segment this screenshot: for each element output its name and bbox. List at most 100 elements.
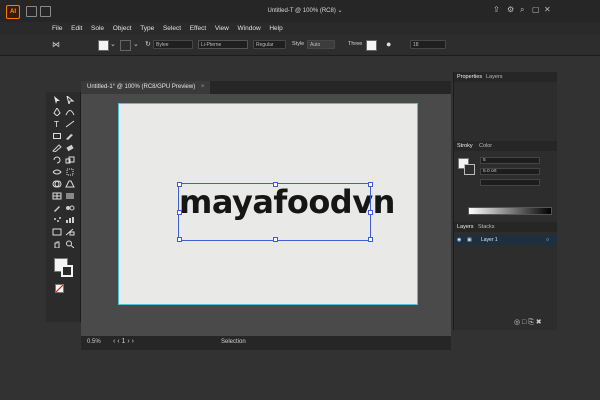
handle-top-right[interactable]	[368, 182, 373, 187]
slice-tool-icon[interactable]	[65, 228, 75, 236]
document-tab[interactable]: Untitled-1° @ 100% (RC8/GPU Preview) ×	[81, 81, 211, 94]
shape-builder-tool-icon[interactable]	[52, 180, 62, 188]
handle-bottom-left[interactable]	[177, 237, 182, 242]
toolbar-stroke-swatch[interactable]	[61, 265, 73, 277]
handle-bottom-right[interactable]	[368, 237, 373, 242]
direct-selection-tool-icon[interactable]	[65, 96, 75, 104]
paintbrush-tool-icon[interactable]	[65, 132, 75, 140]
handle-middle-right[interactable]	[368, 210, 373, 215]
rectangle-tool-icon[interactable]	[52, 132, 62, 140]
three-label: Three	[348, 41, 363, 47]
menu-help[interactable]: Help	[269, 22, 282, 35]
layer-target-icon[interactable]: ○	[546, 237, 549, 243]
app-logo: AI	[6, 5, 20, 19]
selection-bounding-box[interactable]	[177, 182, 373, 242]
stroke-option-field[interactable]	[480, 179, 540, 186]
no-fill-icon[interactable]	[55, 284, 64, 293]
menu-window[interactable]: Window	[238, 22, 261, 35]
menu-effect[interactable]: Effect	[190, 22, 207, 35]
font-select[interactable]: Bylee	[153, 40, 193, 49]
menu-file[interactable]: File	[52, 22, 62, 35]
tab-properties[interactable]: Properties	[457, 74, 482, 80]
settings-icon[interactable]: ⚙	[507, 5, 514, 14]
menu-select[interactable]: Select	[163, 22, 181, 35]
eraser-tool-icon[interactable]	[65, 144, 75, 152]
size-select[interactable]: 18	[410, 40, 446, 49]
pen-tool-icon[interactable]	[52, 108, 62, 116]
menu-edit[interactable]: Edit	[71, 22, 82, 35]
graph-tool-icon[interactable]	[65, 216, 75, 224]
handle-top-left[interactable]	[177, 182, 182, 187]
symbol-sprayer-tool-icon[interactable]	[52, 216, 62, 224]
tab-layers-top[interactable]: Layers	[486, 74, 503, 80]
bridge-icon[interactable]	[26, 6, 37, 17]
artboard-nav-icon[interactable]: ‹ ‹ 1 › ›	[113, 338, 134, 345]
recolor-icon[interactable]: ●	[386, 39, 391, 50]
canvas[interactable]: mayafoodvn	[81, 94, 451, 336]
svg-text:T: T	[53, 120, 59, 128]
layer-actions-icons[interactable]: ◎ □ ⎘ ✖	[514, 318, 542, 327]
fill-dropdown-icon[interactable]: ⌄	[110, 39, 116, 50]
close-icon[interactable]: ✕	[544, 5, 551, 14]
font-icon: ↻	[145, 41, 151, 48]
current-tool-label: Selection	[221, 339, 246, 345]
style-label: Style	[292, 41, 305, 47]
curvature-tool-icon[interactable]	[65, 108, 75, 116]
artboard-tool-icon[interactable]	[52, 228, 62, 236]
tab-stroke[interactable]: Stroky	[457, 143, 473, 149]
zoom-level[interactable]: 0.5%	[87, 339, 101, 345]
control-bar: ⋈ ⌄ ⌄ ↻ Bylee Li-Pterne Regular Style Au…	[0, 35, 600, 56]
right-panel-dock: Properties Layers Stroky Color 5 5.0 ort…	[453, 72, 557, 330]
width-tool-icon[interactable]	[52, 168, 62, 176]
selection-mode-icon[interactable]: ⋈	[52, 39, 60, 50]
layer-name: Layer 1	[481, 237, 498, 243]
type-tool-icon[interactable]: T	[52, 120, 62, 128]
rotate-tool-icon[interactable]	[52, 156, 62, 164]
gradient-tool-icon[interactable]	[65, 192, 75, 200]
arrange-documents-icon[interactable]	[40, 6, 51, 17]
tab-color[interactable]: Color	[479, 143, 492, 149]
close-tab-icon[interactable]: ×	[201, 84, 205, 90]
tab-layers[interactable]: Layers	[457, 224, 474, 230]
stroke-weight-field[interactable]: 5	[480, 157, 540, 164]
free-transform-tool-icon[interactable]	[65, 168, 75, 176]
line-tool-icon[interactable]	[65, 120, 75, 128]
blend-tool-icon[interactable]	[65, 204, 75, 212]
stroke-color-swatch[interactable]	[464, 164, 475, 175]
fill-swatch[interactable]	[98, 40, 109, 51]
tab-stacks[interactable]: Stacks	[478, 224, 495, 230]
window-mode-icon[interactable]: ▢	[532, 5, 540, 14]
stroke-profile-select[interactable]: Li-Pterne	[198, 40, 248, 49]
mesh-tool-icon[interactable]	[52, 192, 62, 200]
handle-top-middle[interactable]	[273, 182, 278, 187]
visibility-eye-icon[interactable]: ◉	[457, 237, 461, 243]
share-icon[interactable]: ⇪	[493, 5, 500, 14]
title-bar: AI Untitled-T @ 100% (RC8) ⌄ ⇪ ⚙ ⌕ ▢ ✕	[0, 0, 600, 23]
hand-tool-icon[interactable]	[52, 240, 62, 248]
handle-middle-left[interactable]	[177, 210, 182, 215]
zoom-tool-icon[interactable]	[65, 240, 75, 248]
menu-sole[interactable]: Sole	[91, 22, 104, 35]
selection-tool-icon[interactable]	[52, 96, 62, 104]
status-bar: 0.5% ‹ ‹ 1 › › Selection	[81, 336, 451, 350]
pencil-tool-icon[interactable]	[52, 144, 62, 152]
eyedropper-tool-icon[interactable]	[52, 204, 62, 212]
opacity-swatch[interactable]	[366, 40, 377, 51]
menu-object[interactable]: Object	[113, 22, 132, 35]
menu-view[interactable]: View	[215, 22, 229, 35]
layer-row[interactable]: ◉ ▣ Layer 1 ○	[454, 235, 557, 245]
menu-type[interactable]: Type	[140, 22, 154, 35]
scale-tool-icon[interactable]	[65, 156, 75, 164]
artboard[interactable]: mayafoodvn	[119, 104, 417, 304]
window-title: Untitled-T @ 100% (RC8) ⌄	[267, 8, 343, 14]
gradient-slider[interactable]	[468, 207, 552, 215]
stroke-unit-field[interactable]: 5.0 ort	[480, 168, 540, 175]
handle-bottom-middle[interactable]	[273, 237, 278, 242]
style-select[interactable]: Auto	[307, 40, 335, 49]
weight-select[interactable]: Regular	[253, 40, 286, 49]
perspective-tool-icon[interactable]	[65, 180, 75, 188]
search-icon[interactable]: ⌕	[520, 5, 524, 15]
stroke-swatch[interactable]	[120, 40, 131, 51]
stroke-dropdown-icon[interactable]: ⌄	[133, 39, 139, 50]
lock-icon[interactable]: ▣	[467, 237, 472, 243]
